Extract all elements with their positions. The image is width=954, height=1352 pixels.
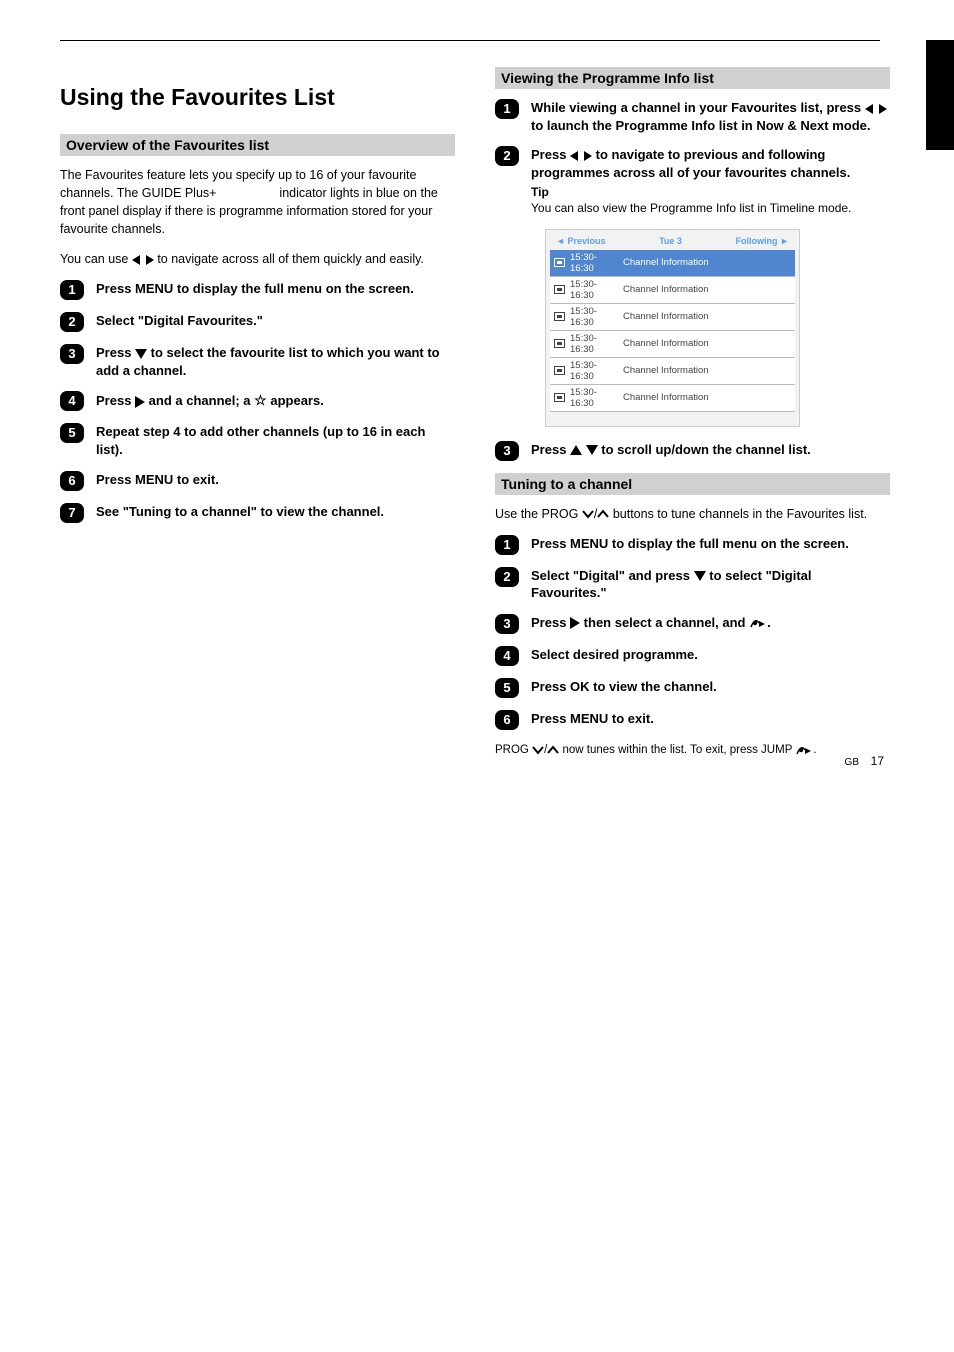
step-badge-2: 2 <box>495 146 519 166</box>
r-step-3: 3 Press to scroll up/down the channel li… <box>495 441 890 461</box>
svg-text:3: 3 <box>503 443 510 458</box>
t-step-2: 2 Select "Digital" and press to select "… <box>495 567 890 602</box>
intro-text: The Favourites feature lets you specify … <box>60 166 455 239</box>
left-right-arrow-icon <box>570 151 592 161</box>
programme-list-mock: ◄ Previous Tue 3 Following ► 15:30-16:30… <box>545 229 800 427</box>
step-badge-2: 2 <box>495 567 519 587</box>
t-step-3: 3 Press then select a channel, and . <box>495 614 890 634</box>
section-heading-tuning: Tuning to a channel <box>495 473 890 495</box>
guideplus-icon <box>220 188 276 200</box>
programme-row: 15:30-16:30 Channel Information <box>550 331 795 358</box>
svg-text:3: 3 <box>68 346 75 361</box>
step-badge-2: 2 <box>60 312 84 332</box>
down-arrow-icon <box>586 445 598 455</box>
tuning-intro: Use the PROG / buttons to tune channels … <box>495 505 890 523</box>
down-arrow-icon <box>694 571 706 581</box>
step-badge-5: 5 <box>60 423 84 443</box>
t-step-4: 4 Select desired programme. <box>495 646 890 666</box>
step-badge-6: 6 <box>495 710 519 730</box>
left-right-arrow-icon <box>132 255 154 265</box>
chevron-down-icon <box>532 745 544 755</box>
up-arrow-icon <box>570 445 582 455</box>
jump-icon <box>795 744 813 756</box>
triangle-left-icon: ◄ <box>556 236 565 246</box>
step-7: 7 See "Tuning to a channel" to view the … <box>60 503 455 523</box>
step-badge-4: 4 <box>60 391 84 411</box>
svg-text:2: 2 <box>68 314 75 329</box>
programme-row: 15:30-16:30 Channel Information <box>550 250 795 277</box>
t-step-6: 6 Press MENU to exit. <box>495 710 890 730</box>
step-badge-5: 5 <box>495 678 519 698</box>
section-heading-favourites-overview: Overview of the Favourites list <box>60 134 455 156</box>
page-title: Using the Favourites List <box>60 83 455 112</box>
programme-list-header: ◄ Previous Tue 3 Following ► <box>550 234 795 250</box>
programme-row: 15:30-16:30 Channel Information <box>550 358 795 385</box>
tv-icon <box>554 339 565 348</box>
left-column: Using the Favourites List Overview of th… <box>60 61 455 758</box>
programme-row: 15:30-16:30 Channel Information <box>550 385 795 412</box>
chevron-down-icon <box>582 509 594 519</box>
step-badge-3: 3 <box>495 614 519 634</box>
down-arrow-icon <box>135 349 147 359</box>
svg-text:4: 4 <box>68 393 76 408</box>
triangle-right-icon: ► <box>780 236 789 246</box>
tuning-footnote: PROG / now tunes within the list. To exi… <box>495 742 890 759</box>
tv-icon <box>554 258 565 267</box>
tv-icon <box>554 285 565 294</box>
tv-icon <box>554 312 565 321</box>
chevron-up-icon <box>547 745 559 755</box>
page-label: GB <box>845 757 859 768</box>
r-step-1: 1 While viewing a channel in your Favour… <box>495 99 890 134</box>
step-badge-1: 1 <box>495 535 519 555</box>
page-number: 17 <box>871 754 884 768</box>
svg-text:5: 5 <box>68 425 75 440</box>
step-5: 5 Repeat step 4 to add other channels (u… <box>60 423 455 458</box>
jump-icon <box>749 617 767 629</box>
svg-text:1: 1 <box>68 282 75 297</box>
tv-icon <box>554 393 565 402</box>
side-tab <box>926 40 954 150</box>
svg-text:6: 6 <box>503 712 510 727</box>
svg-text:7: 7 <box>68 505 75 520</box>
step-3: 3 Press to select the favourite list to … <box>60 344 455 379</box>
svg-text:1: 1 <box>503 537 510 552</box>
right-arrow-icon <box>570 617 580 629</box>
lr-navigation-note: You can use to navigate across all of th… <box>60 250 455 268</box>
step-1: 1 Press MENU to display the full menu on… <box>60 280 455 300</box>
svg-text:6: 6 <box>68 473 75 488</box>
step-badge-1: 1 <box>495 99 519 119</box>
chevron-up-icon <box>597 509 609 519</box>
t-step-1: 1 Press MENU to display the full menu on… <box>495 535 890 555</box>
left-right-arrow-icon <box>865 104 887 114</box>
step-2: 2 Select "Digital Favourites." <box>60 312 455 332</box>
right-arrow-icon <box>135 396 145 408</box>
step-badge-4: 4 <box>495 646 519 666</box>
step-badge-1: 1 <box>60 280 84 300</box>
svg-text:4: 4 <box>503 648 511 663</box>
svg-text:2: 2 <box>503 148 510 163</box>
svg-text:1: 1 <box>503 101 510 116</box>
programme-row: 15:30-16:30 Channel Information <box>550 277 795 304</box>
step-badge-3: 3 <box>495 441 519 461</box>
t-step-5: 5 Press OK to view the channel. <box>495 678 890 698</box>
step-badge-6: 6 <box>60 471 84 491</box>
svg-text:5: 5 <box>503 680 510 695</box>
star-icon: ☆ <box>254 392 267 408</box>
step-badge-3: 3 <box>60 344 84 364</box>
section-heading-programme-info: Viewing the Programme Info list <box>495 67 890 89</box>
right-column: Viewing the Programme Info list 1 While … <box>495 61 890 758</box>
programme-row: 15:30-16:30 Channel Information <box>550 304 795 331</box>
svg-text:2: 2 <box>503 569 510 584</box>
step-4: 4 Press and a channel; a ☆ appears. <box>60 391 455 411</box>
step-badge-7: 7 <box>60 503 84 523</box>
svg-text:3: 3 <box>503 616 510 631</box>
r-step-2: 2 Press to navigate to previous and foll… <box>495 146 890 216</box>
step-6: 6 Press MENU to exit. <box>60 471 455 491</box>
tv-icon <box>554 366 565 375</box>
